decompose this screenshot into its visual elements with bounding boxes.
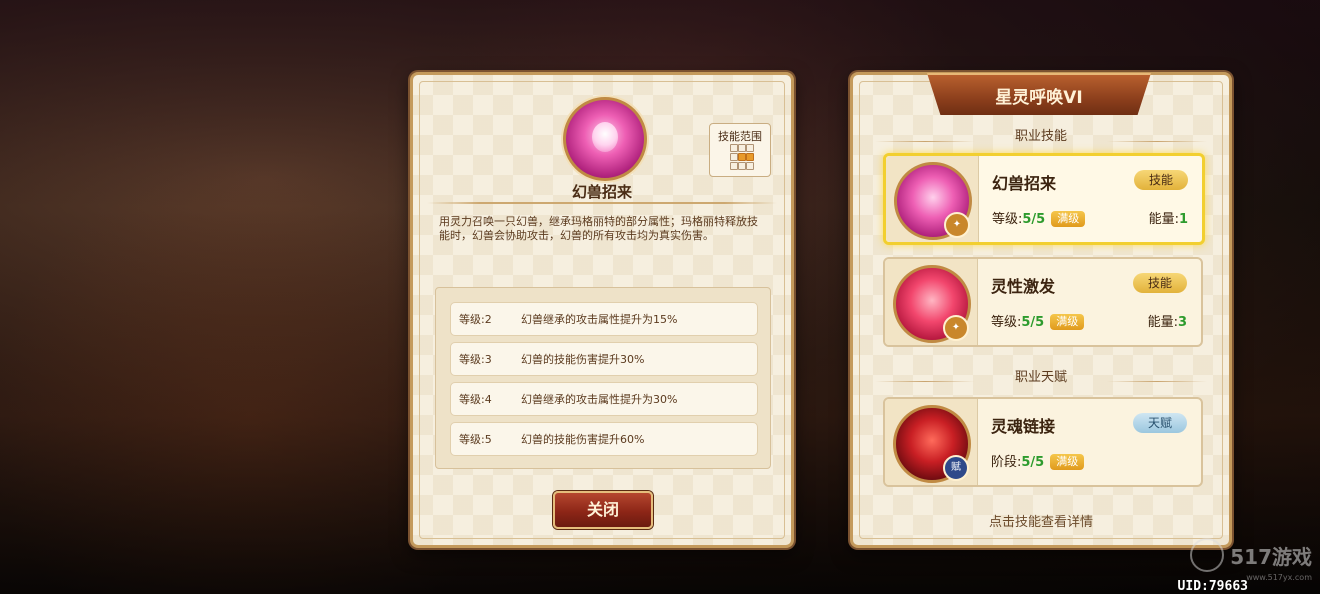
divider: [427, 202, 777, 204]
range-cell: [730, 153, 738, 161]
level-label: 等级:3: [459, 353, 492, 366]
skill-detail-panel: 幻兽招来 技能范围 用灵力召唤一只幻兽，继承玛格丽特的部分属性；玛格丽特释放技能…: [410, 72, 794, 548]
watermark: 517游戏: [1190, 538, 1312, 572]
level-row: 等级:3 幻兽的技能伤害提升30%: [450, 342, 758, 376]
class-title: 星灵呼唤VI: [995, 88, 1083, 108]
range-cell: [738, 162, 746, 170]
level-row: 等级:4 幻兽继承的攻击属性提升为30%: [450, 382, 758, 416]
level-effect: 幻兽继承的攻击属性提升为15%: [521, 313, 678, 326]
skill-tag: 技能: [1133, 273, 1187, 293]
tap-hint: 点击技能查看详情: [988, 515, 1093, 530]
talent-tag: 天赋: [1133, 413, 1187, 433]
section-class-talents: 职业天赋: [1014, 370, 1067, 385]
phantom-beast-icon: [563, 97, 647, 181]
talent-badge: 赋: [943, 455, 969, 481]
talent-stage: 阶段:5/5 满级: [991, 451, 1085, 470]
skill-range: 技能范围: [709, 123, 771, 177]
level-row: 等级:5 幻兽的技能伤害提升60%: [450, 422, 758, 456]
skill-name: 幻兽招来: [992, 174, 1057, 193]
skill-tag: 技能: [1134, 170, 1188, 190]
summon-icon: ✦: [943, 315, 969, 341]
uid-label: UID:79663: [1177, 579, 1248, 594]
max-level-badge: 满级: [1050, 454, 1085, 470]
skill-level: 等级:5/5 满级: [992, 208, 1086, 227]
max-level-badge: 满级: [1051, 211, 1086, 227]
level-effect: 幻兽的技能伤害提升60%: [521, 433, 645, 446]
level-label: 等级:4: [459, 393, 492, 406]
skill-title: 幻兽招来: [571, 183, 632, 201]
skill-card-spirit-burst[interactable]: ✦ 灵性激发 技能 等级:5/5 满级 能量:3: [883, 257, 1203, 347]
skill-energy: 能量:3: [1147, 315, 1187, 330]
level-label: 等级:2: [459, 313, 492, 326]
level-row: 等级:2 幻兽继承的攻击属性提升为15%: [450, 302, 758, 336]
max-level-badge: 满级: [1050, 314, 1085, 330]
talent-name: 灵魂链接: [991, 417, 1056, 436]
watermark-url: www.517yx.com: [1246, 573, 1312, 582]
talent-card-soul-link[interactable]: 赋 灵魂链接 天赋 阶段:5/5 满级: [883, 397, 1203, 487]
skill-range-grid: [730, 144, 754, 172]
range-cell: [730, 162, 738, 170]
range-cell-active: [746, 153, 754, 161]
class-skills-panel: 星灵呼唤VI 职业技能 ✦ 幻兽招来 技能 等级:5/5 满级 能量:1 ✦ 灵性…: [850, 72, 1232, 548]
watermark-logo-icon: [1190, 538, 1225, 572]
range-cell-active: [738, 153, 746, 161]
range-cell: [746, 162, 754, 170]
skill-description: 用灵力召唤一只幻兽，继承玛格丽特的部分属性；玛格丽特释放技能时，幻兽会协助攻击，…: [439, 215, 758, 242]
range-cell: [738, 144, 746, 152]
skill-energy: 能量:1: [1148, 212, 1188, 227]
skill-name: 灵性激发: [991, 277, 1056, 296]
range-cell: [730, 144, 738, 152]
level-label: 等级:5: [459, 433, 492, 446]
level-effect: 幻兽继承的攻击属性提升为30%: [521, 393, 678, 406]
skill-card-phantom-beast[interactable]: ✦ 幻兽招来 技能 等级:5/5 满级 能量:1: [883, 153, 1205, 245]
close-button[interactable]: 关闭: [553, 491, 653, 529]
skill-range-label: 技能范围: [718, 130, 762, 143]
skill-level: 等级:5/5 满级: [991, 311, 1085, 330]
level-effects-list: 等级:2 幻兽继承的攻击属性提升为15% 等级:3 幻兽的技能伤害提升30% 等…: [435, 287, 771, 469]
level-effect: 幻兽的技能伤害提升30%: [521, 353, 645, 366]
section-class-skills: 职业技能: [1014, 129, 1067, 144]
summon-icon: ✦: [944, 212, 970, 238]
range-cell: [746, 144, 754, 152]
